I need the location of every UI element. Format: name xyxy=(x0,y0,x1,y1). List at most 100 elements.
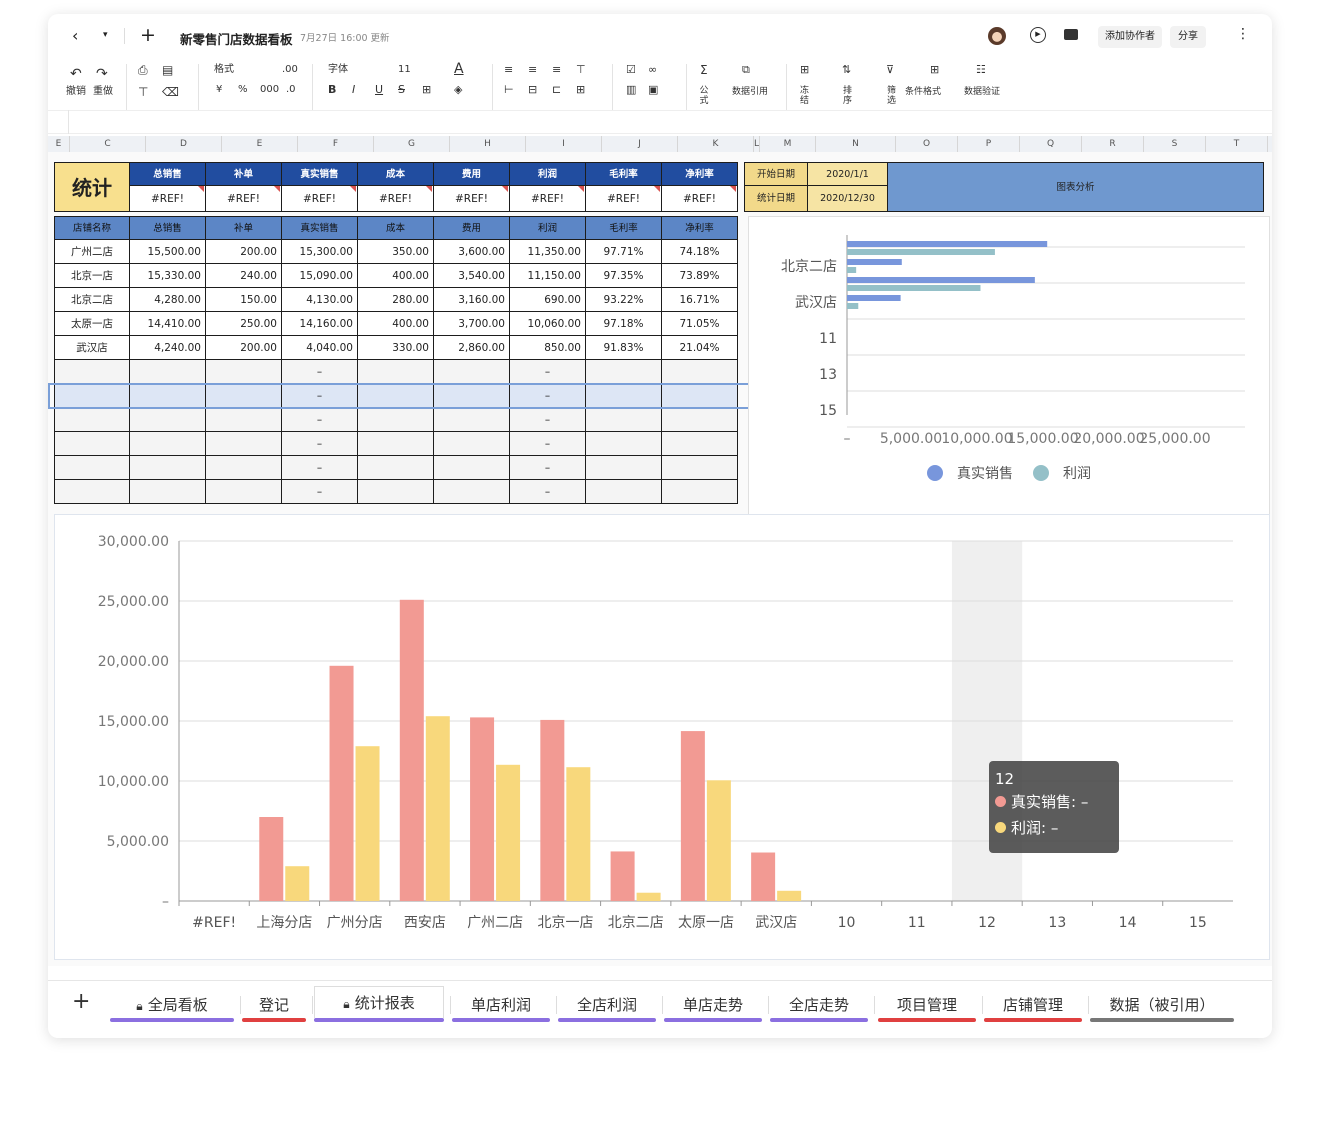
table-cell[interactable]: 97.18% xyxy=(586,312,662,336)
empty-cell[interactable]: – xyxy=(510,456,586,480)
table-cell[interactable]: 11,350.00 xyxy=(510,240,586,264)
empty-cell[interactable] xyxy=(662,480,738,504)
valign-icon[interactable]: ⊤ xyxy=(576,64,586,76)
sum-icon[interactable]: Σ xyxy=(700,64,708,76)
empty-cell[interactable] xyxy=(662,360,738,384)
empty-cell[interactable] xyxy=(358,480,434,504)
summary-header[interactable]: 利润 xyxy=(510,162,586,186)
empty-cell[interactable] xyxy=(434,432,510,456)
bar-profit[interactable] xyxy=(285,866,310,901)
thousands-button[interactable]: 000 xyxy=(260,84,279,96)
empty-cell[interactable] xyxy=(206,480,282,504)
store-name-cell[interactable]: 太原一店 xyxy=(54,312,130,336)
summary-value[interactable]: #REF! xyxy=(282,186,358,212)
table-header[interactable]: 补单 xyxy=(206,216,282,240)
table-cell[interactable]: 690.00 xyxy=(510,288,586,312)
formula-button[interactable]: 公式 xyxy=(698,86,710,106)
undo-button[interactable]: 撤销 xyxy=(66,86,86,98)
freeze-icon[interactable]: ⊞ xyxy=(800,64,809,76)
sheet-area[interactable]: ECDEFGHIJKLMNOPQRSTU 统计总销售#REF!补单#REF!真实… xyxy=(48,136,1272,966)
summary-header[interactable]: 净利率 xyxy=(662,162,738,186)
table-header[interactable]: 总销售 xyxy=(130,216,206,240)
bar-sales[interactable] xyxy=(399,599,424,901)
bar-profit[interactable] xyxy=(425,716,450,901)
table-cell[interactable]: 97.71% xyxy=(586,240,662,264)
bold-icon[interactable]: B xyxy=(328,84,336,96)
column-header[interactable]: I xyxy=(526,136,602,152)
sheet-tab[interactable]: 数据（被引用） xyxy=(1090,992,1234,1018)
summary-value[interactable]: #REF! xyxy=(130,186,206,212)
indent-icon[interactable]: ⊏ xyxy=(552,84,561,96)
align-left-icon[interactable]: ≡ xyxy=(504,64,513,76)
column-header[interactable]: R xyxy=(1082,136,1144,152)
summary-value[interactable]: #REF! xyxy=(206,186,282,212)
summary-value[interactable]: #REF! xyxy=(434,186,510,212)
sheet-tab[interactable]: 🔒︎ 统计报表 xyxy=(314,986,444,1018)
store-name-cell[interactable]: 广州二店 xyxy=(54,240,130,264)
border-icon[interactable]: ⊞ xyxy=(422,84,431,96)
empty-cell[interactable] xyxy=(662,408,738,432)
more-icon[interactable]: ⋮ xyxy=(1236,26,1250,42)
empty-cell[interactable] xyxy=(358,456,434,480)
column-header[interactable]: C xyxy=(70,136,146,152)
legend-label[interactable]: 真实销售 xyxy=(957,466,1013,482)
italic-icon[interactable]: I xyxy=(352,84,355,96)
empty-cell[interactable] xyxy=(130,480,206,504)
format-painter-icon[interactable]: ⊤ xyxy=(138,84,148,100)
table-cell[interactable]: 74.18% xyxy=(662,240,738,264)
table-cell[interactable]: 200.00 xyxy=(206,240,282,264)
column-header[interactable]: N xyxy=(816,136,896,152)
sheet-tab[interactable]: 🔒︎ 全局看板 xyxy=(110,992,234,1018)
table-cell[interactable]: 71.05% xyxy=(662,312,738,336)
undo-icon[interactable]: ↶ xyxy=(70,66,82,82)
bar-sales[interactable] xyxy=(751,852,776,901)
stat-date-value[interactable]: 2020/12/30 xyxy=(808,186,888,212)
store-name-cell[interactable]: 武汉店 xyxy=(54,336,130,360)
column-header[interactable]: G xyxy=(374,136,450,152)
hbar-profit[interactable] xyxy=(847,285,981,291)
column-header[interactable]: H xyxy=(450,136,526,152)
bar-sales[interactable] xyxy=(680,731,705,901)
empty-cell[interactable] xyxy=(54,408,130,432)
cond-format-button[interactable]: 条件格式 xyxy=(905,86,941,98)
store-name-cell[interactable]: 北京二店 xyxy=(54,288,130,312)
summary-value[interactable]: #REF! xyxy=(662,186,738,212)
table-cell[interactable]: 4,040.00 xyxy=(282,336,358,360)
table-cell[interactable]: 14,410.00 xyxy=(130,312,206,336)
column-header[interactable]: M xyxy=(760,136,816,152)
link-icon[interactable]: ∞ xyxy=(648,64,657,76)
cell-grid[interactable]: 统计 总销售 #REF! 补单 #REF! 真实销售 #REF! 成本 #REF! 费用 #REF!… xyxy=(48,162,1270,512)
summary-header[interactable]: 总销售 xyxy=(130,162,206,186)
table-cell[interactable]: 400.00 xyxy=(358,312,434,336)
font-color-icon[interactable]: A xyxy=(454,61,464,77)
align-center-icon[interactable]: ≡ xyxy=(528,64,537,76)
table-cell[interactable]: 15,500.00 xyxy=(130,240,206,264)
summary-header[interactable]: 毛利率 xyxy=(586,162,662,186)
add-sheet-icon[interactable]: + xyxy=(72,989,90,1014)
empty-cell[interactable] xyxy=(206,432,282,456)
table-cell[interactable]: 330.00 xyxy=(358,336,434,360)
empty-cell[interactable] xyxy=(586,408,662,432)
bar-sales[interactable] xyxy=(540,719,565,901)
column-header[interactable]: O xyxy=(896,136,958,152)
table-cell[interactable]: 150.00 xyxy=(206,288,282,312)
empty-cell[interactable]: – xyxy=(510,432,586,456)
print-icon[interactable]: ⎙ xyxy=(138,62,148,78)
summary-value[interactable]: #REF! xyxy=(586,186,662,212)
table-header[interactable]: 利润 xyxy=(510,216,586,240)
store-name-cell[interactable]: 北京一店 xyxy=(54,264,130,288)
fill-color-icon[interactable]: ◈ xyxy=(454,84,462,96)
table-header[interactable]: 成本 xyxy=(358,216,434,240)
hbar-chart[interactable]: 北京二店武汉店 11 13 15– 5,000.00 10,000.0015,000.00… xyxy=(749,217,1269,521)
font-size-select[interactable]: 11 xyxy=(398,64,411,76)
data-ref-icon[interactable]: ⧉ xyxy=(742,64,750,76)
sheet-tab[interactable]: 登记 xyxy=(242,992,306,1018)
empty-cell[interactable] xyxy=(54,480,130,504)
clear-icon[interactable]: ⌫ xyxy=(162,84,179,100)
legend-label[interactable]: 利润 xyxy=(1063,466,1091,482)
table-cell[interactable]: 4,240.00 xyxy=(130,336,206,360)
table-cell[interactable]: 91.83% xyxy=(586,336,662,360)
image-icon[interactable]: ▣ xyxy=(648,84,658,96)
empty-cell[interactable] xyxy=(130,432,206,456)
column-header[interactable]: E xyxy=(222,136,298,152)
